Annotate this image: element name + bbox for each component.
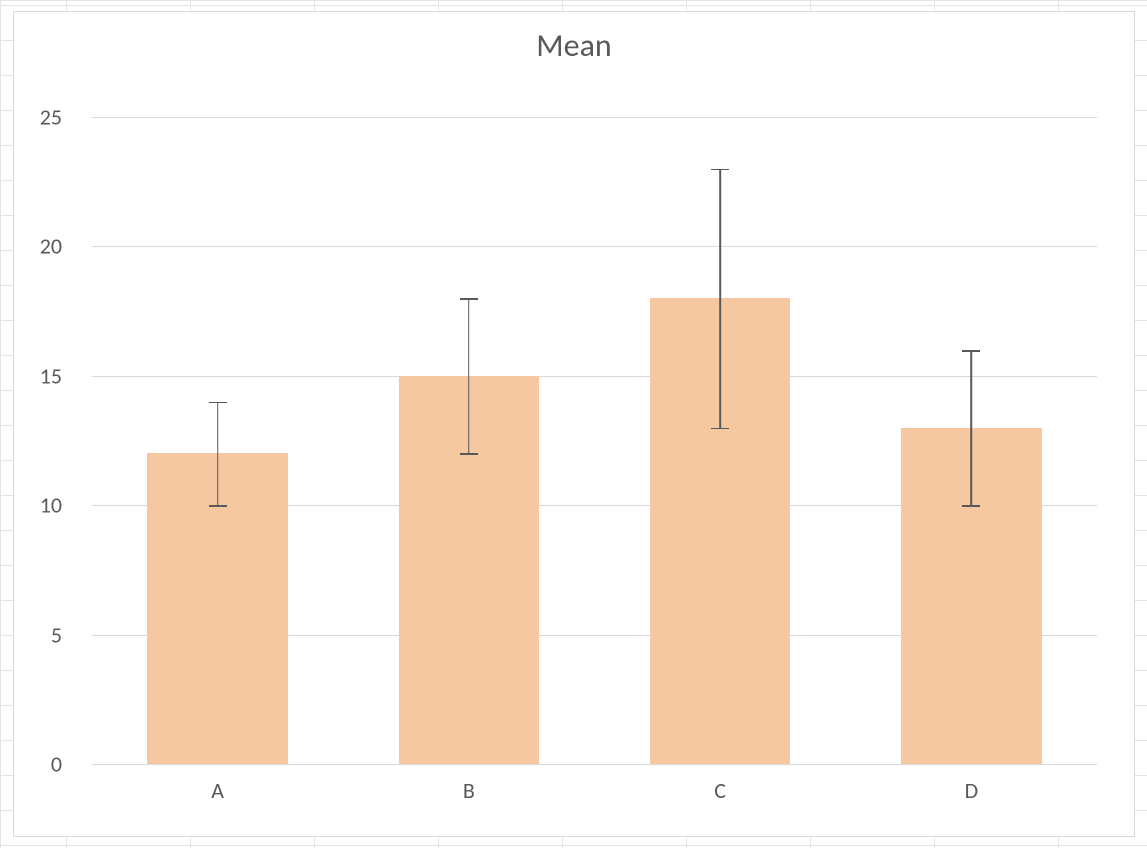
sheet-gridline-h <box>0 0 1147 1</box>
error-bar <box>217 402 219 506</box>
plot-area: 0510152025ABCD <box>92 117 1097 764</box>
error-bar-cap <box>460 453 478 455</box>
x-axis-tick-label: D <box>911 777 1031 804</box>
y-axis-tick-label: 10 <box>12 492 62 519</box>
x-axis-tick-label: A <box>158 777 278 804</box>
chart-gridline <box>92 117 1097 118</box>
x-axis-tick-label: C <box>660 777 780 804</box>
error-bar-cap <box>209 505 227 507</box>
error-bar-cap <box>209 402 227 404</box>
error-bar-cap <box>711 428 729 430</box>
x-axis-tick-label: B <box>409 777 529 804</box>
sheet-gridline-v <box>0 0 1 848</box>
chart-gridline <box>92 376 1097 377</box>
error-bar-cap <box>711 169 729 171</box>
y-axis-tick-label: 25 <box>12 104 62 131</box>
error-bar-cap <box>962 505 980 507</box>
error-bar-cap <box>460 298 478 300</box>
sheet-gridline-h <box>0 5 1147 6</box>
chart-gridline <box>92 764 1097 765</box>
error-bar-cap <box>962 350 980 352</box>
y-axis-tick-label: 15 <box>12 362 62 389</box>
chart-container[interactable]: Mean 0510152025ABCD <box>13 11 1135 837</box>
chart-gridline <box>92 246 1097 247</box>
y-axis-tick-label: 0 <box>12 751 62 778</box>
chart-title: Mean <box>14 26 1134 65</box>
error-bar <box>468 298 470 453</box>
error-bar <box>971 350 973 505</box>
y-axis-tick-label: 20 <box>12 233 62 260</box>
y-axis-tick-label: 5 <box>12 621 62 648</box>
error-bar <box>719 169 721 428</box>
sheet-gridline-h <box>0 845 1147 846</box>
